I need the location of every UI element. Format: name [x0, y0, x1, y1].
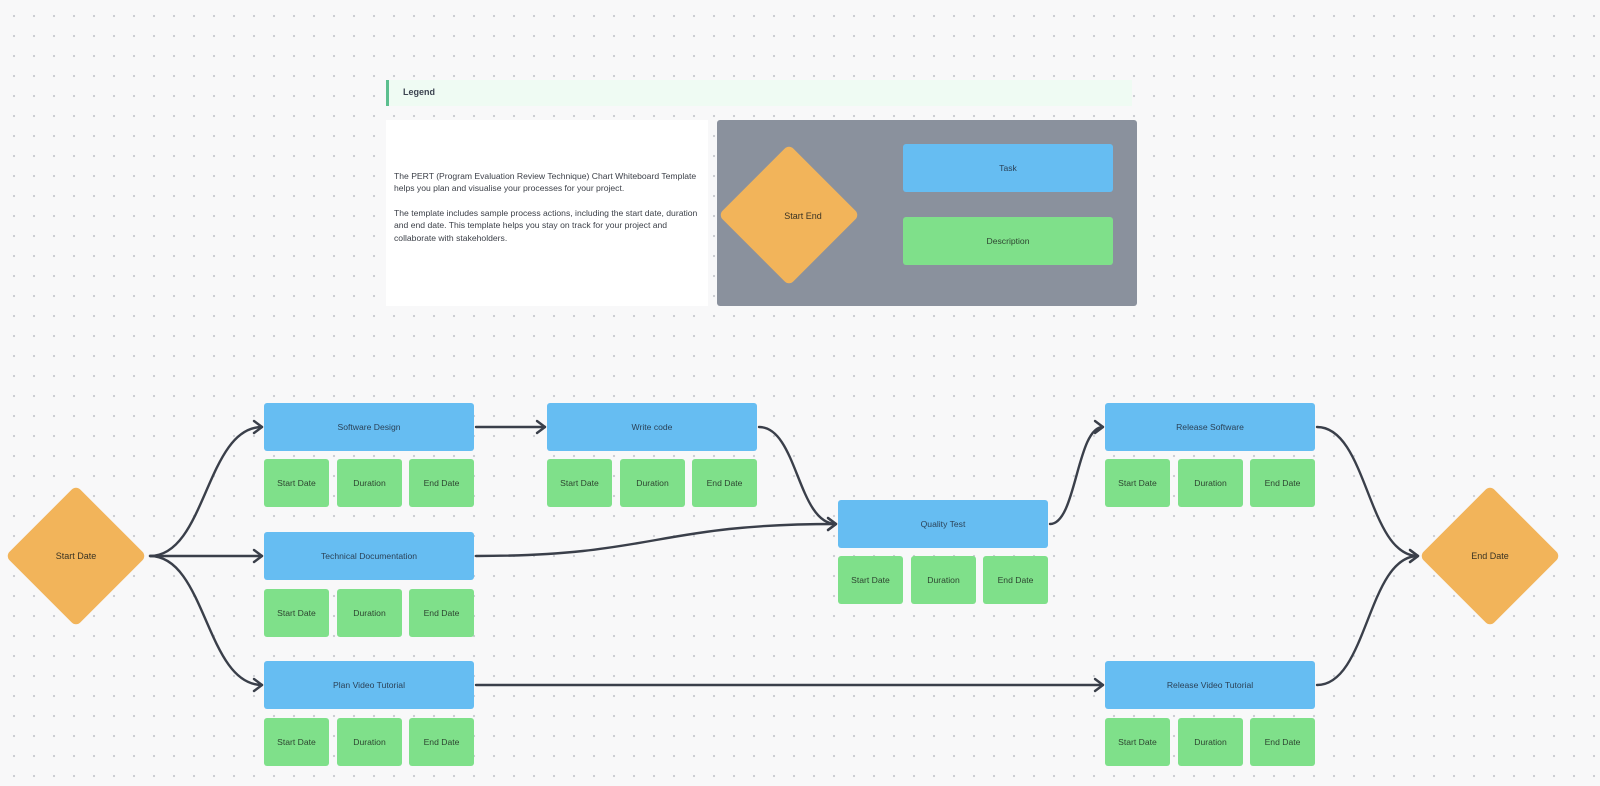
task-label: Technical Documentation — [320, 551, 418, 561]
arrowhead-icon — [252, 419, 264, 435]
task-label: Plan Video Tutorial — [333, 680, 405, 690]
duration-label: Duration — [1194, 737, 1227, 747]
arrowhead-icon — [826, 516, 838, 532]
start-date-label: Start Date — [277, 737, 316, 747]
task-box[interactable]: Release Video Tutorial — [1105, 661, 1315, 709]
start-date-box[interactable]: Start Date — [264, 589, 329, 637]
end-date-box[interactable]: End Date — [1250, 718, 1315, 766]
end-date-label: End Date — [423, 608, 460, 618]
task-box[interactable]: Write code — [547, 403, 757, 451]
start-date-label: Start Date — [560, 478, 599, 488]
duration-label: Duration — [927, 575, 960, 585]
arrowhead-icon — [826, 516, 838, 532]
legend-task-shape[interactable]: Task — [903, 144, 1113, 192]
end-date-box[interactable]: End Date — [409, 718, 474, 766]
legend-task-label: Task — [999, 163, 1017, 173]
duration-label: Duration — [1194, 478, 1227, 488]
task-label: Write code — [631, 422, 673, 432]
task-box[interactable]: Technical Documentation — [264, 532, 474, 580]
end-date-box[interactable]: End Date — [1250, 459, 1315, 507]
task-label: Release Video Tutorial — [1166, 680, 1254, 690]
end-date-label: End Date — [706, 478, 743, 488]
task-label: Quality Test — [920, 519, 966, 529]
end-date-label: End Date — [1264, 737, 1301, 747]
end-date-box[interactable]: End Date — [983, 556, 1048, 604]
start-date-box[interactable]: Start Date — [264, 718, 329, 766]
end-date-label: End Date — [423, 478, 460, 488]
start-node-label: Start Date — [55, 551, 97, 561]
connector-layer — [148, 419, 1420, 693]
duration-label: Duration — [353, 737, 386, 747]
task-box[interactable]: Release Software — [1105, 403, 1315, 451]
connector-release-video-tutorial-to-end[interactable] — [1315, 554, 1420, 687]
connector-technical-documentation-to-quality-test[interactable] — [474, 522, 838, 558]
legend-shapes-panel[interactable]: Start End Task Description — [717, 120, 1137, 306]
duration-box[interactable]: Duration — [337, 459, 402, 507]
duration-box[interactable]: Duration — [911, 556, 976, 604]
legend-paragraph: The PERT (Program Evaluation Review Tech… — [394, 171, 697, 194]
task-box[interactable]: Plan Video Tutorial — [264, 661, 474, 709]
connector-start-to-software-design[interactable] — [148, 425, 264, 558]
start-date-label: Start Date — [1118, 478, 1157, 488]
end-node-label: End Date — [1471, 551, 1509, 561]
task-box[interactable]: Software Design — [264, 403, 474, 451]
start-date-box[interactable]: Start Date — [838, 556, 903, 604]
duration-box[interactable]: Duration — [620, 459, 685, 507]
task-label: Software Design — [337, 422, 401, 432]
end-date-label: End Date — [997, 575, 1034, 585]
end-date-label: End Date — [423, 737, 460, 747]
duration-label: Duration — [353, 478, 386, 488]
start-date-label: Start Date — [1118, 737, 1157, 747]
arrowhead-icon — [1408, 548, 1420, 564]
legend-description-card[interactable]: The PERT (Program Evaluation Review Tech… — [386, 120, 708, 306]
end-date-box[interactable]: End Date — [692, 459, 757, 507]
duration-label: Duration — [636, 478, 669, 488]
connector-quality-test-to-release-software[interactable] — [1048, 425, 1105, 526]
connector-release-software-to-end[interactable] — [1315, 425, 1420, 558]
start-date-label: Start Date — [277, 608, 316, 618]
end-date-label: End Date — [1264, 478, 1301, 488]
end-date-box[interactable]: End Date — [409, 589, 474, 637]
duration-box[interactable]: Duration — [1178, 718, 1243, 766]
connector-start-to-plan-video-tutorial[interactable] — [148, 554, 264, 687]
arrowhead-icon — [535, 419, 547, 435]
legend-start-end-label: Start End — [784, 211, 822, 221]
arrowhead-icon — [1093, 419, 1105, 435]
legend-header: Legend — [386, 80, 1132, 106]
duration-box[interactable]: Duration — [337, 589, 402, 637]
arrowhead-icon — [252, 548, 264, 564]
task-box[interactable]: Quality Test — [838, 500, 1048, 548]
legend-description-shape[interactable]: Description — [903, 217, 1113, 265]
start-date-box[interactable]: Start Date — [547, 459, 612, 507]
task-label: Release Software — [1176, 422, 1244, 432]
duration-label: Duration — [353, 608, 386, 618]
arrowhead-icon — [1093, 677, 1105, 693]
duration-box[interactable]: Duration — [337, 718, 402, 766]
legend-title: Legend — [403, 87, 436, 97]
arrowhead-icon — [252, 677, 264, 693]
arrowhead-icon — [1408, 548, 1420, 564]
start-date-label: Start Date — [277, 478, 316, 488]
end-date-box[interactable]: End Date — [409, 459, 474, 507]
connector-write-code-to-quality-test[interactable] — [757, 425, 838, 526]
start-date-box[interactable]: Start Date — [264, 459, 329, 507]
legend-description-label: Description — [986, 236, 1030, 246]
legend-paragraph: The template includes sample process act… — [394, 207, 698, 243]
start-date-box[interactable]: Start Date — [1105, 718, 1170, 766]
start-date-label: Start Date — [851, 575, 890, 585]
duration-box[interactable]: Duration — [1178, 459, 1243, 507]
start-date-box[interactable]: Start Date — [1105, 459, 1170, 507]
